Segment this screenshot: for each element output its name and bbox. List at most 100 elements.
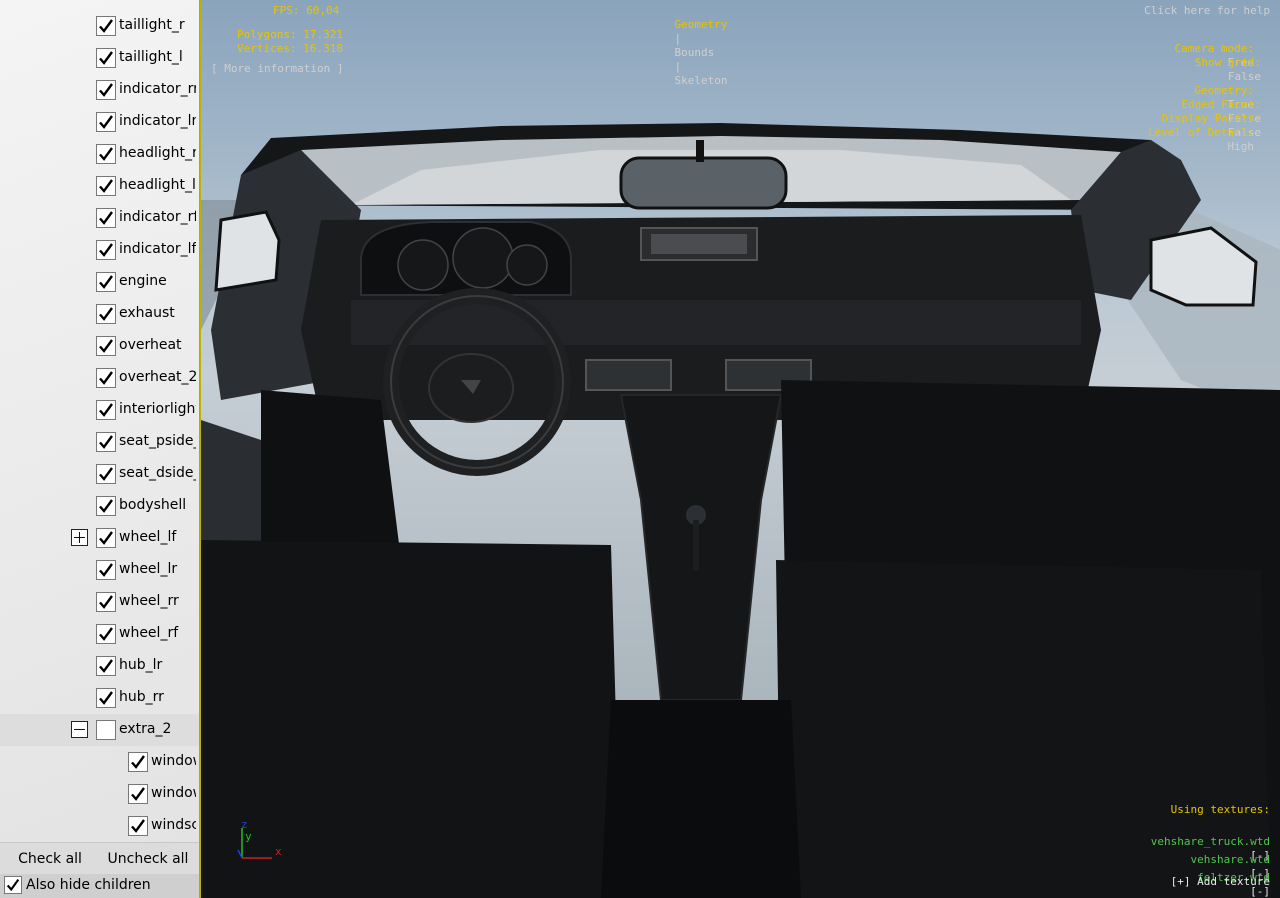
tab-bounds[interactable]: Bounds xyxy=(675,46,715,59)
help-link[interactable]: Click here for help xyxy=(1144,4,1270,18)
tree-item[interactable]: overheat xyxy=(0,330,199,362)
tree-item[interactable]: headlight_r xyxy=(0,138,199,170)
checkmark-icon xyxy=(99,243,113,257)
tree-item[interactable]: hub_rr xyxy=(0,682,199,714)
tree-item-checkbox[interactable] xyxy=(128,784,148,804)
add-texture-button[interactable]: [+] Add texture xyxy=(1171,875,1270,889)
tree-item-checkbox[interactable] xyxy=(96,720,116,740)
tree-item-checkbox[interactable] xyxy=(96,592,116,612)
tree-item[interactable]: indicator_lf xyxy=(0,234,199,266)
tree-item-checkbox[interactable] xyxy=(96,432,116,452)
tree-item-checkbox[interactable] xyxy=(96,144,116,164)
model-tree-panel: taillight_r taillight_l indicator_rr indica… xyxy=(0,0,200,898)
tree-item-label: overheat xyxy=(119,337,182,353)
tree-item-checkbox[interactable] xyxy=(96,368,116,388)
tree-item-checkbox[interactable] xyxy=(96,336,116,356)
tree-item-checkbox[interactable] xyxy=(96,656,116,676)
also-hide-children-option[interactable]: Also hide children xyxy=(0,874,199,898)
tree-item[interactable]: interiorlight xyxy=(0,394,199,426)
tree-item-checkbox[interactable] xyxy=(96,272,116,292)
tree-item-checkbox[interactable] xyxy=(96,48,116,68)
tree-item[interactable]: indicator_rr xyxy=(0,74,199,106)
checkmark-icon xyxy=(99,307,113,321)
tree-item-label: wheel_rf xyxy=(119,625,179,641)
tree-item-checkbox[interactable] xyxy=(128,752,148,772)
tree-item[interactable]: window_rf xyxy=(0,778,199,810)
tree-item-checkbox[interactable] xyxy=(96,80,116,100)
tab-geometry[interactable]: Geometry xyxy=(675,18,728,31)
tree-item[interactable]: hub_lr xyxy=(0,650,199,682)
tree-item[interactable]: exhaust xyxy=(0,298,199,330)
tab-skeleton[interactable]: Skeleton xyxy=(675,74,728,87)
checkmark-icon xyxy=(99,627,113,641)
checkmark-icon xyxy=(99,467,113,481)
tree-item-checkbox[interactable] xyxy=(96,240,116,260)
tree-item-checkbox[interactable] xyxy=(96,208,116,228)
tree-item-label: extra_2 xyxy=(119,721,172,737)
tree-item-label: window_rf xyxy=(151,785,196,801)
tree-item-checkbox[interactable] xyxy=(96,176,116,196)
using-textures-label: Using textures: xyxy=(1170,803,1270,816)
tree-item[interactable]: overheat_2 xyxy=(0,362,199,394)
tree-item-label: hub_rr xyxy=(119,689,164,705)
tree-item-label: seat_pside_r xyxy=(119,433,196,449)
tree-item[interactable]: windscreen xyxy=(0,810,199,842)
tree-item-checkbox[interactable] xyxy=(96,688,116,708)
expand-icon[interactable] xyxy=(71,529,88,546)
checkmark-icon xyxy=(99,659,113,673)
checkmark-icon xyxy=(99,403,113,417)
also-hide-children-checkbox[interactable] xyxy=(4,876,22,894)
tab-separator: | xyxy=(674,60,682,73)
check-all-button[interactable]: Check all xyxy=(8,847,92,871)
checkmark-icon xyxy=(99,51,113,65)
tree-item-label: engine xyxy=(119,273,167,289)
tree-item-label: seat_dside_r xyxy=(119,465,196,481)
tree-item[interactable]: seat_pside_r xyxy=(0,426,199,458)
tree-item[interactable]: extra_2 xyxy=(0,714,199,746)
tree-item[interactable]: indicator_lr xyxy=(0,106,199,138)
tree-item[interactable]: wheel_lr xyxy=(0,554,199,586)
tree-item-label: exhaust xyxy=(119,305,175,321)
checkmark-icon xyxy=(99,19,113,33)
checkmark-icon xyxy=(99,563,113,577)
tree-item[interactable]: taillight_l xyxy=(0,42,199,74)
fps-readout: FPS: 60,04 xyxy=(273,4,340,17)
tree-item[interactable]: wheel_rr xyxy=(0,586,199,618)
view-mode-tabs: Geometry | Bounds | Skeleton xyxy=(648,4,728,102)
level-of-detail-setting[interactable]: Level of Detail: High xyxy=(1122,112,1254,168)
tree-item-checkbox[interactable] xyxy=(96,16,116,36)
axis-y-label: y xyxy=(245,830,252,843)
tree-item-checkbox[interactable] xyxy=(96,528,116,548)
tree-item-checkbox[interactable] xyxy=(96,496,116,516)
tree-item-checkbox[interactable] xyxy=(96,400,116,420)
checkmark-icon xyxy=(99,595,113,609)
tree-item[interactable]: headlight_l xyxy=(0,170,199,202)
tree-item[interactable]: bodyshell xyxy=(0,490,199,522)
tree-item[interactable]: wheel_rf xyxy=(0,618,199,650)
tree-item-checkbox[interactable] xyxy=(96,464,116,484)
more-information-link[interactable]: [ More information ] xyxy=(211,62,343,76)
tree-item-checkbox[interactable] xyxy=(96,560,116,580)
tree-item-label: taillight_l xyxy=(119,49,183,65)
collapse-icon[interactable] xyxy=(71,721,88,738)
tree-item[interactable]: seat_dside_r xyxy=(0,458,199,490)
level-of-detail-label: Level of Detail: xyxy=(1148,126,1254,139)
uncheck-all-button[interactable]: Uncheck all xyxy=(104,847,192,871)
tree-item-label: interiorlight xyxy=(119,401,196,417)
tree-item-checkbox[interactable] xyxy=(96,624,116,644)
model-part-tree[interactable]: taillight_r taillight_l indicator_rr indica… xyxy=(0,0,199,842)
tree-item-checkbox[interactable] xyxy=(128,816,148,836)
tree-item-checkbox[interactable] xyxy=(96,304,116,324)
tree-actions-bar: Check all Uncheck all Also hide children xyxy=(0,842,199,898)
model-viewport[interactable]: FPS: 60,04 Polygons: 17.321 Vertices: 16… xyxy=(200,0,1280,898)
tree-item[interactable]: window_lf xyxy=(0,746,199,778)
tree-item-label: wheel_lf xyxy=(119,529,177,545)
tree-item-checkbox[interactable] xyxy=(96,112,116,132)
tree-item[interactable]: engine xyxy=(0,266,199,298)
tree-item[interactable]: indicator_rf xyxy=(0,202,199,234)
car-interior-render xyxy=(201,123,1280,898)
tree-item[interactable]: taillight_r xyxy=(0,10,199,42)
axis-x-label: x xyxy=(275,845,282,858)
tree-item[interactable]: wheel_lf xyxy=(0,522,199,554)
axis-z-label: z xyxy=(241,818,248,831)
